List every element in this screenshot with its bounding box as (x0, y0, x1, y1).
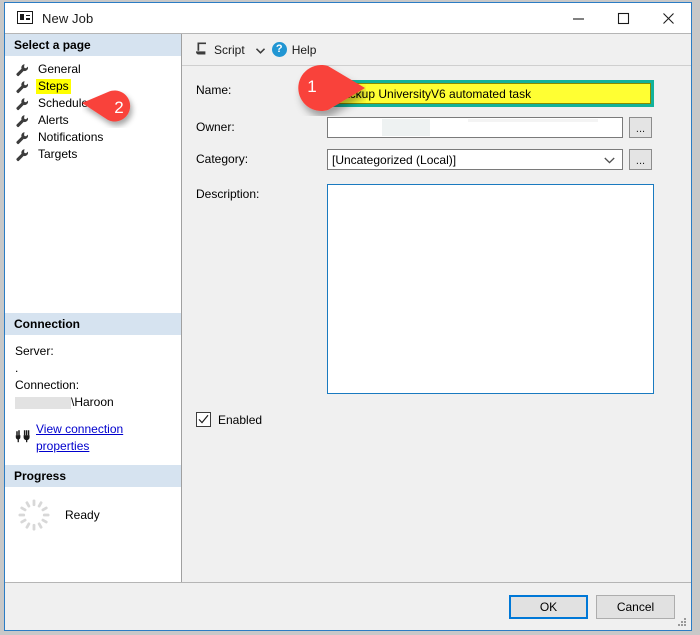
toolbar: Script ? Help (182, 34, 691, 66)
progress-body: Ready (5, 488, 181, 546)
redacted-owner-fragment (382, 119, 430, 136)
window-title: New Job (42, 10, 94, 26)
script-button[interactable]: Script (191, 39, 248, 61)
owner-input[interactable] (327, 117, 623, 138)
owner-label: Owner: (196, 120, 235, 134)
connection-body: Server: . Connection: \Haroon View conne… (5, 336, 181, 465)
view-connection-properties-link[interactable]: View connection properties (36, 421, 171, 455)
name-row: Name: (182, 80, 691, 107)
progress-header: Progress (5, 465, 181, 488)
sidebar-item-targets[interactable]: Targets (5, 146, 181, 163)
new-job-dialog: New Job Select a page General Steps Sche… (4, 2, 692, 631)
wrench-icon (15, 97, 29, 111)
general-form: Name: Owner: ... C (182, 65, 691, 582)
server-label: Server: (15, 344, 54, 358)
help-button[interactable]: ? Help (269, 39, 320, 61)
chevron-down-icon[interactable] (255, 43, 265, 57)
name-label: Name: (196, 83, 232, 97)
enabled-checkbox[interactable] (196, 412, 211, 427)
wrench-icon (15, 148, 29, 162)
enabled-label: Enabled (218, 412, 263, 427)
category-select[interactable]: [Uncategorized (Local)] (327, 149, 623, 170)
sidebar-item-label: Alerts (38, 113, 69, 127)
cancel-button[interactable]: Cancel (596, 594, 675, 619)
redacted-owner-fragment (468, 119, 598, 122)
redacted-domain (15, 396, 71, 409)
minimize-icon[interactable] (556, 3, 601, 33)
spinner-icon (17, 498, 51, 532)
view-connection-properties-row[interactable]: View connection properties (15, 421, 171, 455)
connection-value: \Haroon (71, 395, 114, 409)
sidebar-bottom-pad (5, 546, 181, 582)
right-pane: Script ? Help Name: Backup UniversityV6 … (182, 34, 691, 582)
connection-properties-icon (15, 429, 30, 448)
sidebar-item-schedules[interactable]: Schedules (5, 95, 181, 112)
sidebar-item-label: Targets (38, 147, 78, 161)
category-row: Category: [Uncategorized (Local)] ... (182, 149, 691, 170)
sidebar-item-general[interactable]: General (5, 61, 181, 78)
title-bar: New Job (5, 3, 691, 33)
category-value: [Uncategorized (Local)] (332, 152, 457, 167)
window-controls (556, 3, 691, 33)
sidebar-item-label: Notifications (38, 130, 104, 144)
wrench-icon (15, 80, 29, 94)
close-icon[interactable] (646, 3, 691, 33)
enabled-row[interactable]: Enabled (182, 412, 691, 427)
progress-status: Ready (65, 508, 100, 522)
connection-value-row: \Haroon (15, 394, 171, 411)
script-label: Script (214, 42, 245, 57)
description-row: Description: (182, 184, 691, 394)
dialog-footer: OK Cancel (5, 582, 691, 630)
connection-label: Connection: (15, 378, 80, 392)
chevron-down-icon (604, 153, 615, 167)
wrench-icon (15, 114, 29, 128)
resize-grip[interactable] (676, 616, 688, 628)
connection-section: Connection Server: . Connection: \Haroon (5, 313, 181, 465)
maximize-icon[interactable] (601, 3, 646, 33)
description-label: Description: (196, 187, 260, 201)
progress-section: Progress Ready (5, 465, 181, 546)
server-value: . (15, 361, 19, 375)
help-label: Help (291, 42, 317, 57)
sidebar-item-notifications[interactable]: Notifications (5, 129, 181, 146)
wrench-icon (15, 63, 29, 77)
new-job-icon (17, 11, 33, 25)
page-list: General Steps Schedules Alerts Notificat… (5, 57, 181, 163)
ok-button[interactable]: OK (509, 594, 588, 619)
sidebar-item-label: Schedules (38, 96, 95, 110)
sidebar-item-label: Steps (36, 79, 71, 94)
wrench-icon (15, 131, 29, 145)
script-icon (194, 41, 209, 59)
sidebar-item-label: General (38, 62, 81, 76)
connection-header: Connection (5, 313, 181, 336)
name-input[interactable] (330, 83, 651, 104)
sidebar-item-alerts[interactable]: Alerts (5, 112, 181, 129)
owner-row: Owner: ... (182, 117, 691, 138)
description-textarea[interactable] (327, 184, 654, 394)
owner-browse-button[interactable]: ... (629, 117, 652, 138)
help-question-icon: ? (271, 42, 287, 57)
sidebar-item-steps[interactable]: Steps (5, 78, 181, 95)
select-a-page-header: Select a page (5, 34, 181, 57)
category-label: Category: (196, 152, 249, 166)
dialog-body: Select a page General Steps Schedules Al… (5, 33, 691, 582)
name-highlight-ring (327, 80, 654, 107)
category-browse-button[interactable]: ... (629, 149, 652, 170)
left-pane: Select a page General Steps Schedules Al… (5, 34, 182, 582)
